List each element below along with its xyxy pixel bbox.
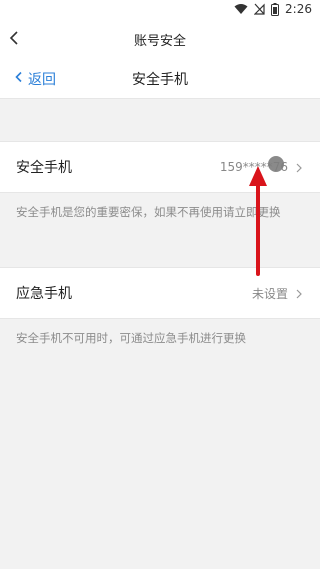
emergency-phone-note: 安全手机不可用时，可通过应急手机进行更换: [16, 331, 246, 345]
security-phone-label: 安全手机: [16, 160, 72, 176]
signal-off-icon: [254, 3, 265, 15]
security-phone-note: 安全手机是您的重要密保，如果不再使用请立即更换: [16, 205, 281, 219]
emergency-phone-value-group: 未设置: [252, 285, 304, 302]
back-button[interactable]: 返回: [14, 60, 56, 98]
sub-navigation-bar: 返回 安全手机: [0, 60, 320, 99]
chevron-right-icon: [294, 288, 304, 299]
status-bar: 2:26: [0, 0, 320, 18]
touch-indicator: [268, 156, 284, 172]
wifi-icon: [234, 3, 248, 15]
annotation-arrow-icon: [249, 166, 267, 276]
chevron-left-icon: [14, 71, 24, 87]
back-label: 返回: [28, 72, 56, 88]
emergency-phone-row[interactable]: 应急手机 未设置: [0, 267, 320, 319]
status-time: 2:26: [285, 2, 312, 16]
battery-icon: [271, 2, 280, 16]
emergency-phone-value: 未设置: [251, 286, 288, 301]
emergency-phone-label: 应急手机: [16, 286, 72, 302]
top-navigation-bar: 账号安全: [0, 18, 320, 60]
page-title: 账号安全: [133, 33, 186, 49]
chevron-right-icon: [294, 162, 304, 173]
subpage-title: 安全手机: [132, 72, 188, 88]
chevron-left-icon[interactable]: [6, 29, 24, 47]
